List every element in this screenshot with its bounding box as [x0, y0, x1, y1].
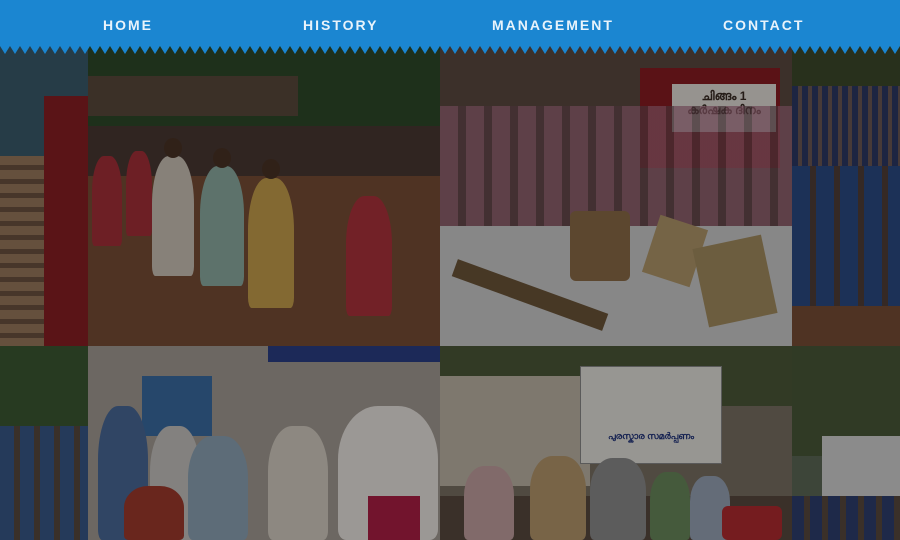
procession-photo[interactable] — [88, 46, 440, 346]
students-assembly-photo[interactable] — [792, 46, 900, 346]
nav-history-link[interactable]: HISTORY — [303, 17, 378, 33]
right-edge-school-photo[interactable] — [792, 346, 900, 540]
top-navigation-bar: HOME HISTORY MANAGEMENT CONTACT — [0, 0, 900, 46]
farmers-day-exhibit-photo[interactable]: ചിങ്ങം 1 കർഷക ദിനം — [440, 46, 792, 346]
banner-event-photo[interactable]: പുരസ്കാര സമർപ്പണം — [440, 346, 792, 540]
nav-contact-link[interactable]: CONTACT — [723, 17, 804, 33]
nav-home-link[interactable]: HOME — [103, 17, 153, 33]
left-edge-students-photo[interactable] — [0, 346, 88, 540]
nav-zigzag-border — [0, 46, 900, 54]
left-edge-library-photo[interactable] — [0, 46, 88, 346]
nav-management-link[interactable]: MANAGEMENT — [492, 17, 614, 33]
photo-gallery: ചിങ്ങം 1 കർഷക ദിനം — [0, 46, 900, 540]
award-presentation-photo[interactable] — [88, 346, 440, 540]
